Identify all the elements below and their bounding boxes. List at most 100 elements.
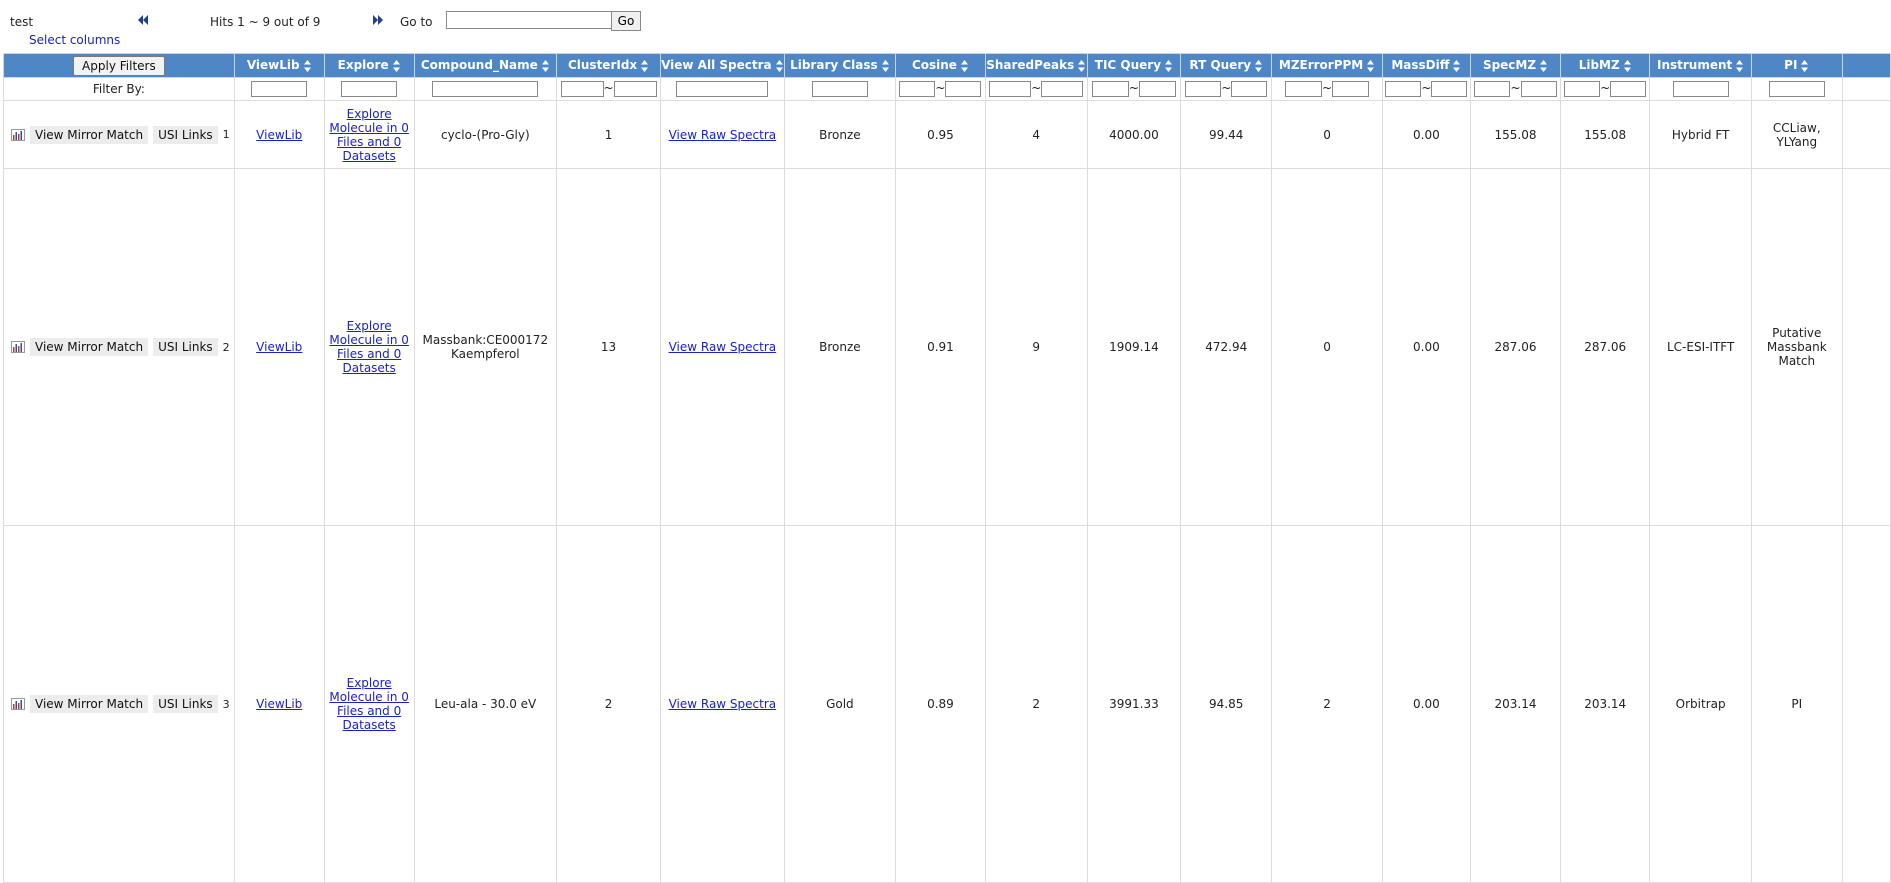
explore-line[interactable]: Molecule in 0	[327, 333, 412, 347]
filter-instrument-input[interactable]	[1672, 81, 1729, 97]
view-raw-spectra-link[interactable]: View Raw Spectra	[669, 340, 777, 354]
pi-line: Massbank	[1766, 340, 1827, 354]
viewlib-link[interactable]: ViewLib	[256, 340, 302, 354]
filter-clusteridx-min[interactable]	[560, 81, 604, 97]
filter-massdiff-max[interactable]	[1431, 81, 1468, 97]
col-header-rt-query[interactable]: RT Query	[1180, 53, 1273, 78]
view-mirror-match-button[interactable]: View Mirror Match	[30, 125, 149, 144]
explore-line[interactable]: Datasets	[327, 361, 412, 375]
filter-library-class-input[interactable]	[811, 81, 868, 97]
view-mirror-match-button[interactable]: View Mirror Match	[30, 338, 149, 356]
last-page-icon[interactable]	[372, 14, 384, 26]
col-header-cosine[interactable]: Cosine	[895, 53, 986, 78]
filter-clusteridx-max[interactable]	[613, 81, 657, 97]
filter-rt-query-min[interactable]	[1185, 81, 1222, 97]
filter-massdiff-min[interactable]	[1385, 81, 1422, 97]
filter-cosine-min[interactable]	[899, 81, 936, 97]
filter-view-all-spectra-input[interactable]	[676, 81, 769, 97]
filter-mzerrorppm-max[interactable]	[1332, 81, 1370, 97]
spectrum-chart-icon[interactable]	[11, 341, 25, 353]
viewlib-link[interactable]: ViewLib	[256, 128, 302, 142]
explore-line[interactable]: Explore	[327, 676, 412, 690]
col-header-mzerrorppm[interactable]: MZErrorPPM	[1271, 53, 1383, 78]
sort-icon[interactable]	[640, 59, 649, 73]
viewlib-link[interactable]: ViewLib	[256, 697, 302, 711]
usi-links-button[interactable]: USI Links	[153, 695, 218, 713]
filter-mzerrorppm-min[interactable]	[1285, 81, 1323, 97]
sort-icon[interactable]	[303, 59, 312, 73]
explore-line[interactable]: Datasets	[327, 149, 412, 163]
filter-sharedpeaks-max[interactable]	[1041, 81, 1084, 97]
filter-specmz-max[interactable]	[1520, 81, 1557, 97]
library-class-cell: Bronze	[783, 168, 897, 526]
dataset-name: test	[10, 15, 34, 29]
col-header-compound-name[interactable]: Compound_Name	[413, 53, 558, 78]
sort-icon[interactable]	[775, 59, 784, 73]
filter-sharedpeaks-min[interactable]	[989, 81, 1032, 97]
explore-line[interactable]: Files and 0	[327, 704, 412, 718]
col-header-sharedpeaks[interactable]: SharedPeaks	[984, 53, 1088, 78]
filter-rt-query-max[interactable]	[1231, 81, 1268, 97]
col-header-massdiff[interactable]: MassDiff	[1381, 53, 1472, 78]
sort-icon[interactable]	[392, 59, 401, 73]
col-header-pi[interactable]: PI	[1750, 53, 1843, 78]
sort-icon[interactable]	[1800, 59, 1809, 73]
usi-links-button[interactable]: USI Links	[153, 338, 218, 356]
explore-link[interactable]: Explore Molecule in 0 Files and 0 Datasets	[323, 168, 415, 526]
view-raw-spectra-link[interactable]: View Raw Spectra	[669, 128, 777, 142]
apply-filters-button[interactable]: Apply Filters	[73, 55, 165, 76]
spectrum-chart-icon[interactable]	[11, 698, 25, 710]
sort-icon[interactable]	[1735, 59, 1744, 73]
col-header-viewlib[interactable]: ViewLib	[233, 53, 325, 78]
usi-links-button[interactable]: USI Links	[153, 125, 218, 144]
explore-line[interactable]: Datasets	[327, 718, 412, 732]
filter-tic-query-max[interactable]	[1138, 81, 1176, 97]
pi-cell: Putative Massbank Match	[1750, 168, 1843, 526]
col-header-view-all-spectra[interactable]: View All Spectra	[660, 53, 785, 78]
sort-icon[interactable]	[1452, 59, 1461, 73]
col-header-specmz[interactable]: SpecMZ	[1470, 53, 1561, 78]
view-raw-spectra-link[interactable]: View Raw Spectra	[669, 697, 777, 711]
col-header-tic-query[interactable]: TIC Query	[1086, 53, 1182, 78]
rt-query-cell: 99.44	[1180, 100, 1273, 169]
sort-icon[interactable]	[1164, 59, 1173, 73]
explore-line[interactable]: Molecule in 0	[327, 690, 412, 704]
filter-explore-input[interactable]	[341, 81, 398, 97]
filter-compound-name-input[interactable]	[432, 81, 539, 97]
explore-line[interactable]: Files and 0	[327, 347, 412, 361]
sort-icon[interactable]	[1366, 59, 1375, 73]
filter-tic-query-min[interactable]	[1091, 81, 1129, 97]
explore-line[interactable]: Explore	[327, 107, 412, 121]
col-header-libmz[interactable]: LibMZ	[1559, 53, 1651, 78]
col-header-clusteridx[interactable]: ClusterIdx	[556, 53, 662, 78]
sort-icon[interactable]	[541, 59, 550, 73]
sort-icon[interactable]	[960, 59, 969, 73]
go-button[interactable]: Go	[611, 11, 641, 31]
first-page-icon[interactable]	[137, 14, 149, 26]
view-mirror-match-button[interactable]: View Mirror Match	[30, 695, 149, 713]
explore-line[interactable]: Files and 0	[327, 135, 412, 149]
select-columns-link[interactable]: Select columns	[29, 33, 120, 47]
filter-viewlib-input[interactable]	[251, 81, 308, 97]
explore-link[interactable]: Explore Molecule in 0 Files and 0 Datasets	[323, 100, 415, 169]
explore-link[interactable]: Explore Molecule in 0 Files and 0 Datasets	[323, 525, 415, 883]
sort-icon[interactable]	[1623, 59, 1632, 73]
spectrum-chart-icon[interactable]	[11, 128, 25, 141]
sort-icon[interactable]	[1254, 59, 1263, 73]
col-header-instrument[interactable]: Instrument	[1649, 53, 1752, 78]
top-bar: test Hits 1 ~ 9 out of 9 Go to Go Select…	[0, 0, 1891, 47]
explore-line[interactable]: Explore	[327, 319, 412, 333]
filter-specmz-min[interactable]	[1474, 81, 1511, 97]
sort-icon[interactable]	[1077, 59, 1086, 73]
col-header-library-class[interactable]: Library Class	[783, 53, 897, 78]
filter-libmz-max[interactable]	[1610, 81, 1647, 97]
explore-line[interactable]: Molecule in 0	[327, 121, 412, 135]
filter-cosine-max[interactable]	[945, 81, 982, 97]
goto-input[interactable]	[446, 11, 612, 29]
goto-label: Go to	[400, 15, 433, 29]
sort-icon[interactable]	[1539, 59, 1548, 73]
col-header-explore[interactable]: Explore	[323, 53, 415, 78]
filter-pi-input[interactable]	[1768, 81, 1825, 97]
filter-libmz-min[interactable]	[1564, 81, 1601, 97]
sort-icon[interactable]	[881, 59, 890, 73]
